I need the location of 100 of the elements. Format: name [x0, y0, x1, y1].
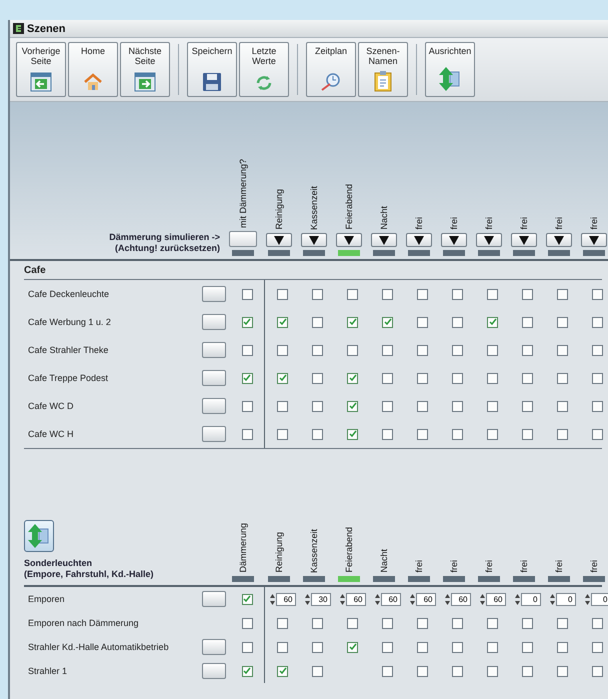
- checkbox[interactable]: [277, 428, 288, 440]
- checkbox[interactable]: [592, 372, 603, 384]
- checkbox[interactable]: [312, 372, 323, 384]
- checkbox[interactable]: [277, 372, 288, 384]
- dropdown-button[interactable]: [476, 233, 502, 247]
- toolbar-button[interactable]: Speichern: [187, 42, 237, 97]
- checkbox[interactable]: [522, 288, 533, 300]
- checkbox[interactable]: [452, 372, 463, 384]
- dropdown-button[interactable]: [300, 233, 326, 247]
- row-button[interactable]: [202, 663, 226, 679]
- row-button[interactable]: [202, 286, 226, 302]
- row-button[interactable]: [202, 370, 226, 386]
- number-field[interactable]: 0: [590, 592, 608, 606]
- toolbar-button[interactable]: Szenen-Namen: [358, 42, 408, 97]
- checkbox[interactable]: [347, 288, 358, 300]
- simulate-button[interactable]: [229, 231, 257, 247]
- checkbox[interactable]: [417, 666, 428, 676]
- spinner-arrows-icon[interactable]: [410, 594, 414, 604]
- checkbox[interactable]: [312, 428, 323, 440]
- checkbox[interactable]: [452, 288, 463, 300]
- dropdown-button[interactable]: [336, 233, 362, 247]
- checkbox[interactable]: [417, 428, 428, 440]
- checkbox[interactable]: [592, 344, 603, 356]
- checkbox[interactable]: [347, 316, 358, 328]
- checkbox[interactable]: [487, 372, 498, 384]
- toolbar-button[interactable]: Vorherige Seite: [16, 42, 66, 97]
- checkbox[interactable]: [452, 428, 463, 440]
- checkbox[interactable]: [242, 372, 252, 384]
- checkbox[interactable]: [242, 666, 252, 676]
- checkbox[interactable]: [522, 642, 533, 652]
- checkbox[interactable]: [382, 666, 393, 676]
- checkbox[interactable]: [312, 642, 323, 652]
- checkbox[interactable]: [242, 316, 252, 328]
- number-field[interactable]: 60: [486, 592, 506, 606]
- checkbox[interactable]: [417, 344, 428, 356]
- checkbox[interactable]: [347, 372, 358, 384]
- dropdown-button[interactable]: [370, 233, 396, 247]
- checkbox[interactable]: [557, 344, 568, 356]
- checkbox[interactable]: [242, 618, 252, 628]
- checkbox[interactable]: [522, 400, 533, 412]
- checkbox[interactable]: [382, 288, 393, 300]
- checkbox[interactable]: [382, 642, 393, 652]
- checkbox[interactable]: [312, 288, 323, 300]
- checkbox[interactable]: [382, 618, 393, 628]
- checkbox[interactable]: [242, 344, 252, 356]
- checkbox[interactable]: [382, 316, 393, 328]
- checkbox[interactable]: [242, 288, 252, 300]
- spinner-arrows-icon[interactable]: [374, 594, 380, 604]
- checkbox[interactable]: [347, 344, 358, 356]
- checkbox[interactable]: [557, 428, 568, 440]
- checkbox[interactable]: [417, 400, 428, 412]
- checkbox[interactable]: [417, 642, 428, 652]
- checkbox[interactable]: [312, 316, 323, 328]
- spinner-arrows-icon[interactable]: [584, 594, 590, 604]
- checkbox[interactable]: [242, 428, 252, 440]
- checkbox[interactable]: [557, 316, 568, 328]
- checkbox[interactable]: [487, 428, 498, 440]
- spinner-arrows-icon[interactable]: [480, 594, 484, 604]
- checkbox[interactable]: [557, 400, 568, 412]
- checkbox[interactable]: [277, 618, 288, 628]
- align-button[interactable]: [24, 520, 54, 552]
- toolbar-button[interactable]: Home: [68, 42, 118, 97]
- row-button[interactable]: [202, 314, 226, 330]
- dropdown-button[interactable]: [546, 233, 572, 247]
- checkbox[interactable]: [592, 316, 603, 328]
- checkbox[interactable]: [277, 642, 288, 652]
- checkbox[interactable]: [592, 642, 603, 652]
- checkbox[interactable]: [312, 618, 323, 628]
- spinner-arrows-icon[interactable]: [514, 594, 520, 604]
- checkbox[interactable]: [417, 372, 428, 384]
- checkbox[interactable]: [452, 316, 463, 328]
- checkbox[interactable]: [347, 428, 358, 440]
- checkbox[interactable]: [242, 400, 252, 412]
- number-field[interactable]: 60: [416, 592, 436, 606]
- spinner-arrows-icon[interactable]: [270, 594, 274, 604]
- checkbox[interactable]: [382, 344, 393, 356]
- number-field[interactable]: 30: [310, 592, 330, 606]
- checkbox[interactable]: [487, 316, 498, 328]
- checkbox[interactable]: [522, 618, 533, 628]
- checkbox[interactable]: [347, 400, 358, 412]
- toolbar-button[interactable]: Zeitplan: [306, 42, 356, 97]
- checkbox[interactable]: [452, 666, 463, 676]
- checkbox[interactable]: [592, 618, 603, 628]
- checkbox[interactable]: [592, 428, 603, 440]
- checkbox[interactable]: [592, 666, 603, 676]
- checkbox[interactable]: [522, 428, 533, 440]
- checkbox[interactable]: [417, 316, 428, 328]
- checkbox[interactable]: [592, 288, 603, 300]
- row-button[interactable]: [202, 342, 226, 358]
- checkbox[interactable]: [487, 618, 498, 628]
- checkbox[interactable]: [487, 666, 498, 676]
- row-button[interactable]: [202, 591, 226, 607]
- spinner-arrows-icon[interactable]: [304, 594, 310, 604]
- checkbox[interactable]: [557, 372, 568, 384]
- checkbox[interactable]: [312, 666, 323, 676]
- checkbox[interactable]: [277, 400, 288, 412]
- spinner-arrows-icon[interactable]: [550, 594, 554, 604]
- spinner-arrows-icon[interactable]: [444, 594, 450, 604]
- checkbox[interactable]: [382, 428, 393, 440]
- checkbox[interactable]: [347, 642, 358, 652]
